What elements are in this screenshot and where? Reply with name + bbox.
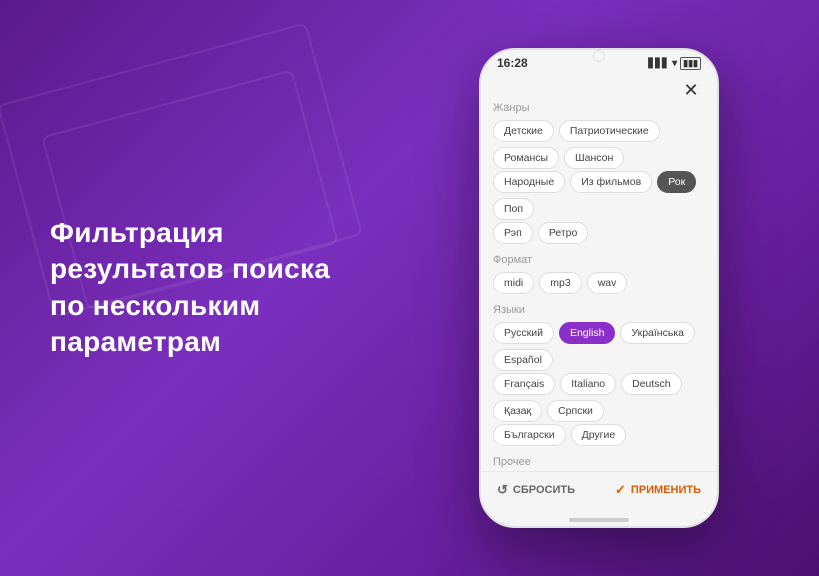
tag-patrioticheskie[interactable]: Патриотические: [559, 120, 660, 142]
status-time: 16:28: [497, 56, 528, 70]
languages-label: Языки: [493, 304, 705, 316]
apply-button[interactable]: ✓ ПРИМЕНИТЬ: [615, 482, 701, 498]
phone-header: ✕: [481, 74, 717, 102]
home-indicator: [481, 508, 717, 526]
page-title: Фильтрация результатов поиска по несколь…: [50, 215, 350, 361]
tag-kazakh[interactable]: Қазақ: [493, 400, 542, 422]
reset-icon: ↺: [497, 482, 508, 498]
tag-iz-filmov[interactable]: Из фильмов: [570, 171, 652, 193]
phone-content: Жанры Детские Патриотические Романсы Шан…: [481, 102, 717, 471]
phone-mockup: 16:28 ▋▋▋ ▾ ▮▮▮ ✕ Жанры Детские Патриоти…: [479, 48, 719, 528]
reset-label: СБРОСИТЬ: [513, 484, 575, 496]
phone-frame: 16:28 ▋▋▋ ▾ ▮▮▮ ✕ Жанры Детские Патриоти…: [479, 48, 719, 528]
format-row: midi mp3 wav: [493, 272, 705, 294]
genres-section: Жанры Детские Патриотические Романсы Шан…: [493, 102, 705, 244]
tag-espanol[interactable]: Español: [493, 349, 553, 371]
other-label: Прочее: [493, 456, 705, 468]
format-label: Формат: [493, 254, 705, 266]
tag-retro[interactable]: Ретро: [538, 222, 589, 244]
tag-francais[interactable]: Français: [493, 373, 555, 395]
status-icons: ▋▋▋ ▾ ▮▮▮: [648, 57, 701, 70]
close-button[interactable]: ✕: [679, 78, 703, 102]
tag-romansy[interactable]: Романсы: [493, 147, 559, 169]
genres-row-1: Детские Патриотические Романсы Шансон: [493, 120, 705, 169]
phone-footer: ↺ СБРОСИТЬ ✓ ПРИМЕНИТЬ: [481, 471, 717, 508]
tag-wav[interactable]: wav: [587, 272, 628, 294]
signal-icon: ▋▋▋: [648, 58, 669, 69]
reset-button[interactable]: ↺ СБРОСИТЬ: [497, 482, 575, 498]
languages-row-3: Български Другие: [493, 424, 705, 446]
languages-row-1: Русский English Українська Español: [493, 322, 705, 371]
languages-section: Языки Русский English Українська Español…: [493, 304, 705, 446]
tag-rok[interactable]: Рок: [657, 171, 696, 193]
tag-bulgarian[interactable]: Български: [493, 424, 566, 446]
tag-pop[interactable]: Поп: [493, 198, 534, 220]
tag-drugie[interactable]: Другие: [571, 424, 627, 446]
home-bar: [569, 518, 629, 522]
tag-narodnye[interactable]: Народные: [493, 171, 565, 193]
other-section: Прочее Только дуэты: [493, 456, 705, 471]
tag-deutsch[interactable]: Deutsch: [621, 373, 682, 395]
tag-english[interactable]: English: [559, 322, 615, 344]
tag-russian[interactable]: Русский: [493, 322, 554, 344]
wifi-icon: ▾: [672, 58, 677, 69]
genres-label: Жанры: [493, 102, 705, 114]
tag-ukrainian[interactable]: Українська: [620, 322, 695, 344]
left-section: Фильтрация результатов поиска по несколь…: [50, 215, 350, 361]
languages-row-2: Français Italiano Deutsch Қазақ Српски: [493, 373, 705, 422]
tag-italiano[interactable]: Italiano: [560, 373, 616, 395]
format-section: Формат midi mp3 wav: [493, 254, 705, 294]
battery-icon: ▮▮▮: [680, 57, 701, 70]
tag-shanson[interactable]: Шансон: [564, 147, 624, 169]
apply-label: ПРИМЕНИТЬ: [631, 484, 701, 496]
phone-notch: [593, 50, 605, 62]
tag-detskie[interactable]: Детские: [493, 120, 554, 142]
tag-rep[interactable]: Рэп: [493, 222, 533, 244]
tag-srpski[interactable]: Српски: [547, 400, 604, 422]
genres-row-3: Рэп Ретро: [493, 222, 705, 244]
apply-icon: ✓: [615, 482, 626, 498]
tag-midi[interactable]: midi: [493, 272, 534, 294]
genres-row-2: Народные Из фильмов Рок Поп: [493, 171, 705, 220]
tag-mp3[interactable]: mp3: [539, 272, 581, 294]
